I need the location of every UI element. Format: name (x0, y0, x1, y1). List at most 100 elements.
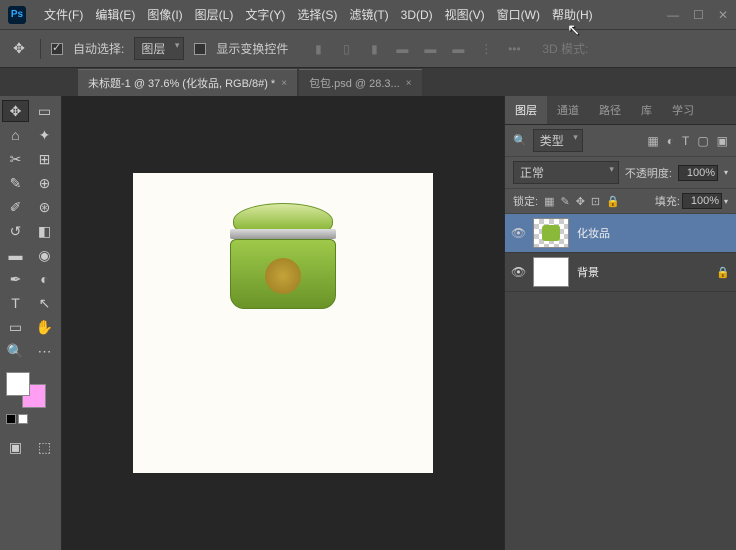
screen-mode-tool[interactable]: ⬚ (31, 436, 58, 458)
tab-libraries[interactable]: 库 (631, 96, 662, 124)
color-swatches[interactable] (6, 372, 46, 408)
filter-type-icon[interactable]: T (682, 134, 689, 148)
align-left-icon[interactable]: ▮ (306, 38, 330, 60)
align-top-icon[interactable]: ▬ (390, 38, 414, 60)
align-center-v-icon[interactable]: ▬ (418, 38, 442, 60)
panel-tab-bar: 图层 通道 路径 库 学习 (505, 96, 736, 125)
minimize-button[interactable]: — (667, 8, 679, 22)
crop-tool[interactable]: ✂ (2, 148, 29, 170)
eyedropper-tool[interactable]: ✎ (2, 172, 29, 194)
auto-select-checkbox[interactable] (51, 43, 63, 55)
layer-thumbnail[interactable] (533, 257, 569, 287)
menu-view[interactable]: 视图(V) (439, 6, 491, 23)
document-tab-bar: 未标题-1 @ 37.6% (化妆品, RGB/8#) * × 包包.psd @… (0, 68, 736, 96)
rectangle-tool[interactable]: ▭ (2, 316, 29, 338)
menu-image[interactable]: 图像(I) (141, 6, 188, 23)
maximize-button[interactable]: ☐ (693, 8, 704, 22)
blur-tool[interactable]: ◉ (31, 244, 58, 266)
mode-3d-label: 3D 模式: (542, 40, 588, 57)
app-logo: Ps (8, 6, 26, 24)
menu-bar: Ps 文件(F) 编辑(E) 图像(I) 图层(L) 文字(Y) 选择(S) 滤… (0, 0, 736, 30)
search-icon[interactable]: 🔍 (513, 134, 527, 147)
document-tab-active[interactable]: 未标题-1 @ 37.6% (化妆品, RGB/8#) * × (78, 69, 297, 96)
slice-tool[interactable]: ⊞ (31, 148, 58, 170)
canvas-content-jar (223, 203, 343, 313)
close-tab-icon[interactable]: × (281, 78, 287, 89)
layer-item[interactable]: 👁 背景 🔒 (505, 253, 736, 292)
type-tool[interactable]: T (2, 292, 29, 314)
move-tool-indicator-icon: ✥ (8, 38, 30, 60)
auto-select-target-dropdown[interactable]: 图层 (134, 37, 184, 60)
lasso-tool[interactable]: ⌂ (2, 124, 29, 146)
layer-thumbnail[interactable] (533, 218, 569, 248)
menu-help[interactable]: 帮助(H) (546, 6, 599, 23)
align-right-icon[interactable]: ▮ (362, 38, 386, 60)
blend-mode-dropdown[interactable]: 正常 (513, 161, 619, 184)
opacity-label: 不透明度: (625, 165, 672, 181)
filter-shape-icon[interactable]: ▢ (697, 134, 708, 148)
more-options-icon[interactable]: ••• (502, 38, 526, 60)
lock-artboard-icon[interactable]: ⊡ (591, 195, 600, 208)
healing-tool[interactable]: ⊕ (31, 172, 58, 194)
tab-learn[interactable]: 学习 (662, 96, 704, 124)
layer-name[interactable]: 化妆品 (577, 225, 610, 241)
magic-wand-tool[interactable]: ✦ (31, 124, 58, 146)
foreground-color-swatch[interactable] (6, 372, 30, 396)
hand-tool[interactable]: ✋ (31, 316, 58, 338)
filter-pixel-icon[interactable]: ▦ (647, 134, 658, 148)
align-bottom-icon[interactable]: ▬ (446, 38, 470, 60)
filter-adjustment-icon[interactable]: ◐ (667, 134, 674, 148)
align-center-h-icon[interactable]: ▯ (334, 38, 358, 60)
zoom-tool[interactable]: 🔍 (2, 340, 29, 362)
menu-3d[interactable]: 3D(D) (395, 8, 439, 22)
close-button[interactable]: ✕ (718, 8, 728, 22)
tab-layers[interactable]: 图层 (505, 96, 547, 124)
lock-transparency-icon[interactable]: ▦ (544, 195, 554, 208)
filter-smart-icon[interactable]: ▣ (717, 134, 728, 148)
edit-toolbar[interactable]: ⋯ (31, 340, 58, 362)
menu-layer[interactable]: 图层(L) (189, 6, 240, 23)
swap-colors-icon[interactable] (18, 414, 28, 424)
history-brush-tool[interactable]: ↺ (2, 220, 29, 242)
opacity-input[interactable]: 100% (678, 165, 718, 181)
layer-name[interactable]: 背景 (577, 264, 599, 280)
pen-tool[interactable]: ✒ (2, 268, 29, 290)
menu-window[interactable]: 窗口(W) (491, 6, 546, 23)
menu-filter[interactable]: 滤镜(T) (343, 6, 394, 23)
document-tab[interactable]: 包包.psd @ 28.3... × (299, 69, 422, 96)
brush-tool[interactable]: ✐ (2, 196, 29, 218)
path-select-tool[interactable]: ↖ (31, 292, 58, 314)
lock-position-icon[interactable]: ✥ (576, 195, 585, 208)
menu-edit[interactable]: 编辑(E) (89, 6, 141, 23)
menu-file[interactable]: 文件(F) (38, 6, 89, 23)
default-colors-icon[interactable] (6, 414, 16, 424)
tab-channels[interactable]: 通道 (547, 96, 589, 124)
clone-stamp-tool[interactable]: ⊛ (31, 196, 58, 218)
document-canvas[interactable] (133, 173, 433, 473)
tab-paths[interactable]: 路径 (589, 96, 631, 124)
close-tab-icon[interactable]: × (406, 78, 412, 89)
show-transform-checkbox[interactable] (194, 43, 206, 55)
marquee-tool[interactable]: ▭ (31, 100, 58, 122)
quick-mask-tool[interactable]: ▣ (2, 436, 29, 458)
layer-filter-dropdown[interactable]: 类型 (533, 129, 583, 152)
dodge-tool[interactable]: ◐ (31, 268, 58, 290)
visibility-toggle-icon[interactable]: 👁 (511, 265, 525, 279)
canvas-area[interactable] (62, 96, 504, 550)
eraser-tool[interactable]: ◧ (31, 220, 58, 242)
tab-title: 包包.psd @ 28.3... (309, 75, 400, 91)
distribute-icon[interactable]: ⋮ (474, 38, 498, 60)
fill-scrubber-icon[interactable]: ▾ (724, 197, 728, 206)
tab-title: 未标题-1 @ 37.6% (化妆品, RGB/8#) * (88, 75, 275, 91)
menu-select[interactable]: 选择(S) (291, 6, 343, 23)
opacity-scrubber-icon[interactable]: ▾ (724, 168, 728, 177)
toolbox: ✥▭ ⌂✦ ✂⊞ ✎⊕ ✐⊛ ↺◧ ▬◉ ✒◐ T↖ ▭✋ 🔍⋯ ▣⬚ (0, 96, 62, 550)
visibility-toggle-icon[interactable]: 👁 (511, 226, 525, 240)
gradient-tool[interactable]: ▬ (2, 244, 29, 266)
lock-pixels-icon[interactable]: ✎ (560, 195, 569, 208)
fill-input[interactable]: 100% (682, 193, 722, 209)
menu-type[interactable]: 文字(Y) (239, 6, 291, 23)
lock-all-icon[interactable]: 🔒 (606, 195, 620, 208)
move-tool[interactable]: ✥ (2, 100, 29, 122)
layer-item[interactable]: 👁 化妆品 (505, 214, 736, 253)
